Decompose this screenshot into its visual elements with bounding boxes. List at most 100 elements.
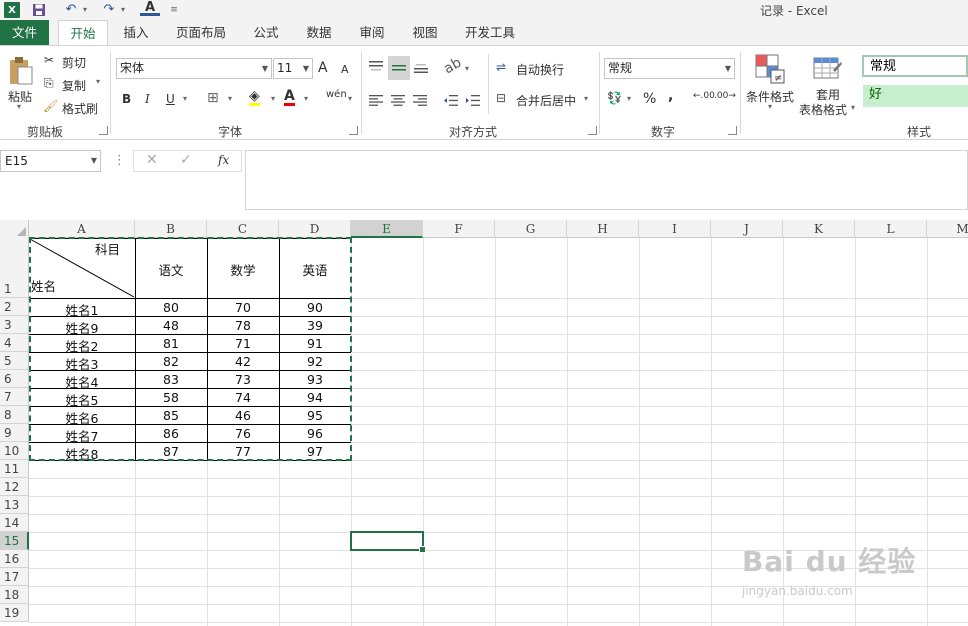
- tab-data[interactable]: 数据: [298, 20, 340, 45]
- font-name-select[interactable]: 宋体 ▼: [116, 58, 272, 79]
- table-format-icon[interactable]: [812, 54, 844, 86]
- row-header-13[interactable]: 13: [0, 496, 29, 514]
- row-header-15[interactable]: 15: [0, 532, 29, 550]
- active-cell-e15[interactable]: [350, 531, 426, 553]
- column-header-c[interactable]: C: [207, 220, 279, 238]
- enter-icon[interactable]: ✓: [180, 152, 192, 168]
- formula-input[interactable]: [245, 150, 968, 210]
- conditional-format-icon[interactable]: ≠: [754, 52, 786, 86]
- number-launcher-icon[interactable]: [728, 126, 737, 135]
- cancel-icon[interactable]: ✕: [146, 152, 158, 168]
- font-color-dropdown-icon[interactable]: ▾: [304, 94, 308, 103]
- column-header-g[interactable]: G: [495, 220, 567, 238]
- currency-dropdown-icon[interactable]: ▾: [627, 94, 631, 103]
- font-color-icon[interactable]: A: [284, 89, 295, 106]
- orientation-icon[interactable]: ab: [441, 55, 464, 78]
- format-painter-icon[interactable]: 🖌: [43, 99, 58, 113]
- redo-icon[interactable]: ↷: [100, 1, 118, 18]
- grow-font-button[interactable]: A: [318, 60, 328, 76]
- save-icon[interactable]: [30, 1, 48, 18]
- row-header-7[interactable]: 7: [0, 388, 29, 406]
- tab-view[interactable]: 视图: [404, 20, 446, 45]
- row-header-1[interactable]: 1: [0, 238, 29, 298]
- table-format-button[interactable]: 表格格式: [799, 101, 847, 118]
- name-box[interactable]: E15 ▼: [0, 150, 101, 172]
- column-header-e[interactable]: E: [351, 220, 423, 238]
- column-header-l[interactable]: L: [855, 220, 927, 238]
- font-launcher-icon[interactable]: [349, 126, 358, 135]
- align-left-icon[interactable]: [366, 89, 386, 111]
- currency-icon[interactable]: 💱: [607, 91, 622, 105]
- column-header-b[interactable]: B: [135, 220, 207, 238]
- format-painter-button[interactable]: 格式刷: [62, 100, 98, 117]
- row-header-10[interactable]: 10: [0, 442, 29, 460]
- redo-dropdown-icon[interactable]: ▾: [118, 1, 128, 18]
- decrease-indent-icon[interactable]: [441, 89, 461, 111]
- comma-button[interactable]: ,: [668, 88, 673, 104]
- row-header-16[interactable]: 16: [0, 550, 29, 568]
- underline-dropdown-icon[interactable]: ▾: [183, 94, 187, 103]
- number-format-select[interactable]: 常规 ▼: [604, 58, 735, 79]
- font-size-select[interactable]: 11 ▼: [273, 58, 313, 79]
- insert-function-button[interactable]: fx: [218, 153, 229, 167]
- merge-center-icon[interactable]: ⊟: [496, 91, 506, 105]
- wrap-text-icon[interactable]: ⇌: [496, 60, 506, 74]
- copy-dropdown-icon[interactable]: ▾: [96, 77, 100, 86]
- column-header-f[interactable]: F: [423, 220, 495, 238]
- decrease-decimal-button[interactable]: .00→: [714, 91, 736, 101]
- row-header-3[interactable]: 3: [0, 316, 29, 334]
- alignment-launcher-icon[interactable]: [588, 126, 597, 135]
- orientation-dropdown-icon[interactable]: ▾: [465, 64, 469, 73]
- paste-icon[interactable]: [6, 54, 36, 88]
- column-header-i[interactable]: I: [639, 220, 711, 238]
- wrap-text-button[interactable]: 自动换行: [516, 61, 564, 78]
- row-header-19[interactable]: 19: [0, 604, 29, 622]
- fill-color-icon[interactable]: ◈: [249, 89, 260, 106]
- clipboard-launcher-icon[interactable]: [99, 126, 108, 135]
- conditional-dropdown-icon[interactable]: ▾: [768, 102, 772, 111]
- copy-button[interactable]: 复制: [62, 77, 86, 94]
- cut-button[interactable]: 剪切: [62, 54, 86, 71]
- column-header-k[interactable]: K: [783, 220, 855, 238]
- align-top-icon[interactable]: [366, 56, 386, 78]
- undo-icon[interactable]: ↶: [62, 1, 80, 18]
- tab-developer[interactable]: 开发工具: [457, 20, 523, 45]
- row-header-12[interactable]: 12: [0, 478, 29, 496]
- column-header-h[interactable]: H: [567, 220, 639, 238]
- bold-button[interactable]: B: [122, 92, 131, 106]
- style-normal-cell[interactable]: 常规: [862, 55, 968, 77]
- tab-insert[interactable]: 插入: [115, 20, 157, 45]
- row-header-6[interactable]: 6: [0, 370, 29, 388]
- column-header-a[interactable]: A: [29, 220, 135, 238]
- fill-dropdown-icon[interactable]: ▾: [271, 94, 275, 103]
- merge-center-button[interactable]: 合并后居中: [516, 92, 576, 109]
- row-header-5[interactable]: 5: [0, 352, 29, 370]
- row-header-17[interactable]: 17: [0, 568, 29, 586]
- style-good-cell[interactable]: 好: [863, 85, 968, 107]
- row-header-9[interactable]: 9: [0, 424, 29, 442]
- tab-file[interactable]: 文件: [0, 20, 49, 45]
- tab-home[interactable]: 开始: [58, 20, 108, 45]
- align-center-icon[interactable]: [388, 89, 408, 111]
- underline-button[interactable]: U: [166, 92, 175, 106]
- column-header-d[interactable]: D: [279, 220, 351, 238]
- tab-review[interactable]: 审阅: [351, 20, 393, 45]
- row-header-2[interactable]: 2: [0, 298, 29, 316]
- copy-icon[interactable]: ⎘: [44, 76, 54, 91]
- merge-dropdown-icon[interactable]: ▾: [584, 94, 588, 103]
- row-header-14[interactable]: 14: [0, 514, 29, 532]
- align-right-icon[interactable]: [410, 89, 430, 111]
- italic-button[interactable]: I: [145, 92, 150, 106]
- undo-dropdown-icon[interactable]: ▾: [80, 1, 90, 18]
- select-all-button[interactable]: [0, 220, 29, 238]
- row-header-4[interactable]: 4: [0, 334, 29, 352]
- customize-toolbar-icon[interactable]: ≡: [168, 1, 180, 18]
- border-icon[interactable]: ⊞: [207, 90, 219, 106]
- tab-page-layout[interactable]: 页面布局: [168, 20, 234, 45]
- row-header-11[interactable]: 11: [0, 460, 29, 478]
- paste-dropdown-icon[interactable]: ▾: [17, 102, 21, 111]
- row-header-8[interactable]: 8: [0, 406, 29, 424]
- worksheet-grid[interactable]: A B C D E F G H I J K L M 1 2 3 4 5 6 7 …: [0, 220, 968, 626]
- phonetic-button[interactable]: wén: [326, 89, 347, 100]
- font-color-quick-icon[interactable]: A: [140, 0, 160, 16]
